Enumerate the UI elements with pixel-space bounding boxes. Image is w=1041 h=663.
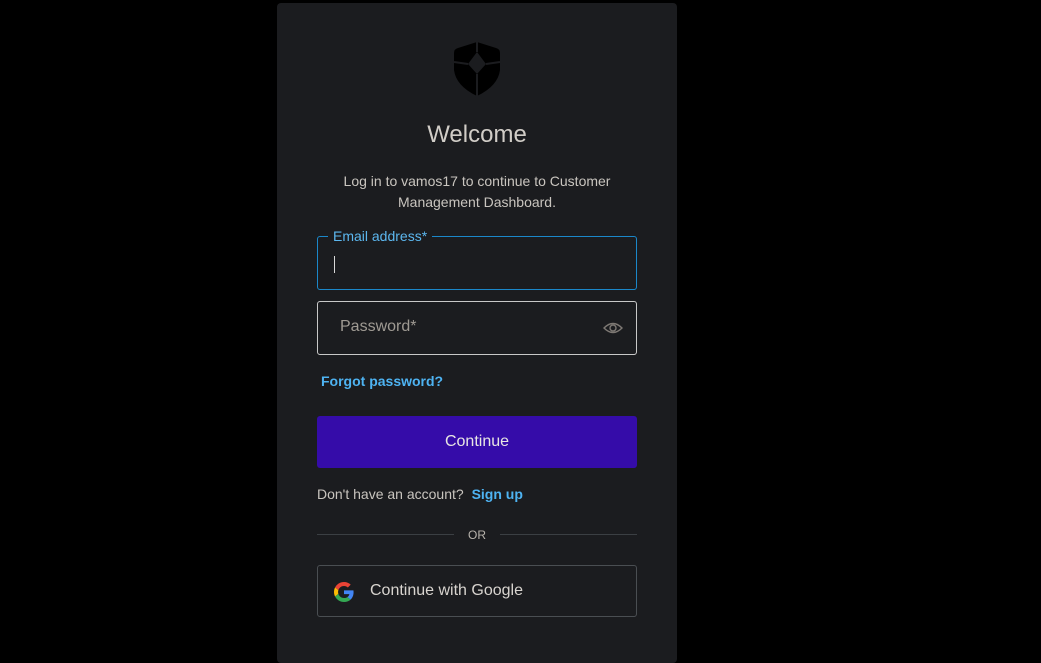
signup-row: Don't have an account? Sign up <box>317 486 523 502</box>
page-subtitle: Log in to vamos17 to continue to Custome… <box>343 173 611 210</box>
signup-link[interactable]: Sign up <box>472 486 523 502</box>
password-field[interactable]: Password* <box>317 301 637 355</box>
or-text: OR <box>468 528 486 542</box>
text-caret <box>334 256 335 273</box>
divider-line-right <box>500 534 637 535</box>
google-button-label: Continue with Google <box>370 582 523 599</box>
email-label: Email address* <box>328 227 433 245</box>
forgot-password-link[interactable]: Forgot password? <box>321 373 443 389</box>
google-icon <box>334 582 354 602</box>
login-card: Welcome Log in to vamos17 to continue to… <box>277 3 677 663</box>
password-placeholder: Password* <box>340 318 417 335</box>
email-field[interactable]: Email address* <box>317 227 637 290</box>
page-title: Welcome <box>427 121 527 148</box>
or-divider: OR <box>317 527 637 543</box>
shield-logo-icon <box>454 42 500 96</box>
signup-prompt: Don't have an account? <box>317 486 464 502</box>
eye-icon[interactable] <box>603 320 623 336</box>
continue-button[interactable]: Continue <box>317 416 637 468</box>
continue-with-google-button[interactable]: Continue with Google <box>317 565 637 617</box>
